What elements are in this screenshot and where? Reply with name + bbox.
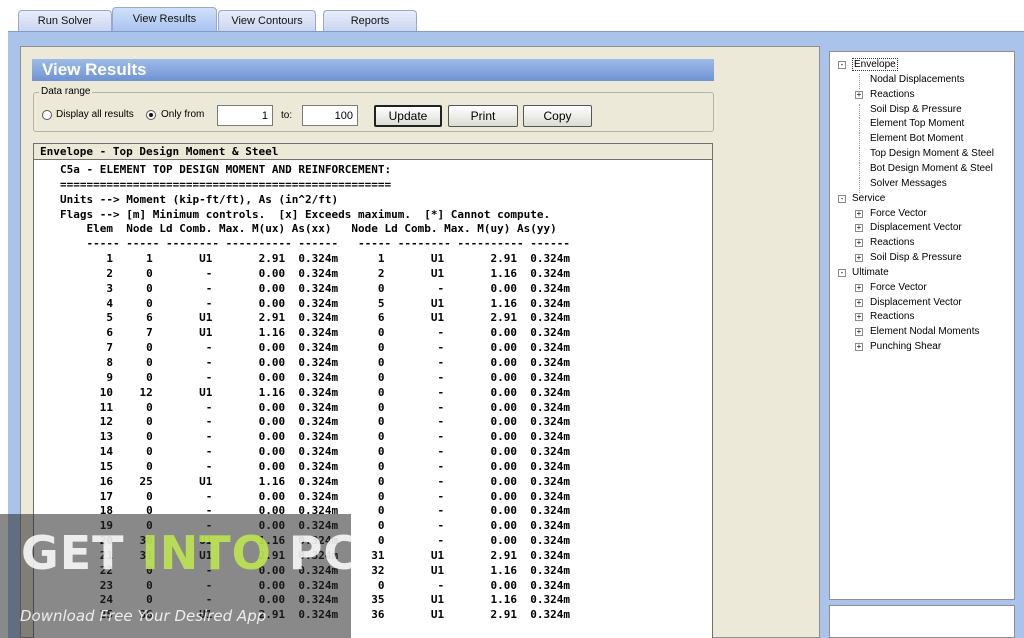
tree-expander-icon[interactable]: +	[855, 254, 863, 263]
tree-connector	[859, 133, 860, 149]
tree-connector	[859, 118, 860, 134]
from-input[interactable]	[217, 105, 273, 126]
tree-item-soil-disp-pressure[interactable]: Soil Disp & Pressure	[870, 252, 962, 264]
watermark-tagline: Download Free Your Desired App	[20, 607, 267, 625]
panel-title: View Results	[32, 59, 714, 81]
tree-item-punching-shear[interactable]: Punching Shear	[870, 341, 941, 353]
tree-expander-icon[interactable]: +	[855, 224, 863, 233]
only-from-label[interactable]: Only from	[161, 109, 204, 120]
update-button[interactable]: Update	[374, 105, 442, 127]
tree-expander-icon[interactable]: -	[838, 194, 846, 203]
tree-expander-icon[interactable]: +	[855, 239, 863, 248]
tree-item-soil-disp-pressure[interactable]: Soil Disp & Pressure	[870, 104, 962, 116]
tree-expander-icon[interactable]: +	[855, 343, 863, 352]
tree-item-top-design-moment-steel[interactable]: Top Design Moment & Steel	[870, 148, 994, 160]
tree-item-force-vector[interactable]: Force Vector	[870, 208, 927, 220]
data-range-legend: Data range	[39, 86, 93, 97]
tree-item-solver-messages[interactable]: Solver Messages	[870, 178, 947, 190]
display-all-radio[interactable]	[42, 110, 52, 120]
tab-bar: Run Solver View Results View Contours Re…	[0, 0, 1024, 32]
tree-item-element-bot-moment[interactable]: Element Bot Moment	[870, 133, 963, 145]
tree-connector	[859, 73, 860, 89]
results-tree-lower-pane	[829, 605, 1015, 638]
tree-expander-icon[interactable]: +	[855, 283, 863, 292]
tree-item-displacement-vector[interactable]: Displacement Vector	[870, 297, 962, 309]
tree-item-displacement-vector[interactable]: Displacement Vector	[870, 222, 962, 234]
tree-item-envelope[interactable]: Envelope	[852, 58, 898, 71]
tree-item-ultimate[interactable]: Ultimate	[852, 267, 889, 279]
tab-run-solver[interactable]: Run Solver	[18, 10, 112, 32]
tree-item-element-top-moment[interactable]: Element Top Moment	[870, 118, 964, 130]
tree-expander-icon[interactable]: +	[855, 209, 863, 218]
tree-item-reactions[interactable]: Reactions	[870, 89, 914, 101]
tree-expander-icon[interactable]: +	[855, 328, 863, 337]
tree-item-bot-design-moment-steel[interactable]: Bot Design Moment & Steel	[870, 163, 993, 175]
tree-connector	[859, 162, 860, 178]
to-label: to:	[281, 110, 293, 121]
tree-expander-icon[interactable]: +	[855, 298, 863, 307]
tree-item-reactions[interactable]: Reactions	[870, 237, 914, 249]
print-button[interactable]: Print	[448, 105, 518, 127]
to-input[interactable]	[302, 105, 358, 126]
tab-view-results[interactable]: View Results	[112, 7, 217, 32]
tree-connector	[859, 103, 860, 119]
display-all-label[interactable]: Display all results	[56, 109, 134, 120]
tree-item-element-nodal-moments[interactable]: Element Nodal Moments	[870, 326, 980, 338]
results-tree[interactable]: - Envelope Nodal Displacements + Reactions So…	[829, 51, 1015, 600]
only-from-radio[interactable]	[146, 110, 156, 120]
tree-connector	[859, 177, 860, 193]
watermark-logo: GET INTO PC	[21, 526, 359, 580]
tree-item-reactions[interactable]: Reactions	[870, 311, 914, 323]
copy-button[interactable]: Copy	[523, 105, 592, 127]
tree-item-nodal-displacements[interactable]: Nodal Displacements	[870, 74, 965, 86]
tree-item-force-vector[interactable]: Force Vector	[870, 282, 927, 294]
tab-view-contours[interactable]: View Contours	[218, 10, 316, 32]
tree-connector	[859, 148, 860, 163]
tree-expander-icon[interactable]: -	[838, 268, 846, 277]
tree-expander-icon[interactable]: -	[838, 61, 846, 69]
report-title: Envelope - Top Design Moment & Steel	[33, 143, 713, 160]
tree-item-service[interactable]: Service	[852, 193, 885, 205]
tab-reports[interactable]: Reports	[323, 10, 417, 32]
tree-expander-icon[interactable]: +	[855, 90, 863, 99]
tree-expander-icon[interactable]: +	[855, 313, 863, 322]
